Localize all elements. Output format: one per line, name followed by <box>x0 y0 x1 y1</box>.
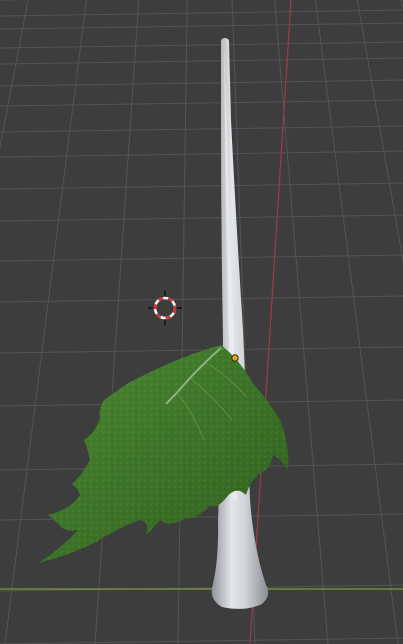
grid-line <box>0 79 403 87</box>
grid-line <box>0 0 200 644</box>
grid-line <box>0 99 403 107</box>
grid-line <box>0 0 200 644</box>
grid-line <box>0 57 403 65</box>
grid-line <box>0 0 200 644</box>
grid-line <box>0 214 403 222</box>
stem-body[interactable] <box>211 38 269 609</box>
grid-line <box>0 41 403 49</box>
grid-line <box>0 150 403 158</box>
grid-line <box>0 254 403 262</box>
3d-cursor-icon[interactable] <box>148 291 182 325</box>
object-origin-point[interactable] <box>231 354 239 362</box>
grid-line <box>0 0 29 150</box>
grid-line <box>0 584 403 592</box>
grid-line <box>0 0 200 644</box>
grid-line <box>0 0 200 644</box>
grid-line <box>0 182 403 190</box>
viewport-canvas[interactable] <box>0 0 403 644</box>
grid-line <box>0 22 403 30</box>
grid-line <box>0 0 200 644</box>
grid-line <box>94 0 140 644</box>
3d-viewport[interactable] <box>0 0 403 644</box>
grid-line <box>0 9 403 17</box>
grid-line <box>0 295 403 303</box>
grid-line <box>4 0 87 644</box>
grid-line <box>0 637 403 644</box>
grid-line <box>0 0 200 644</box>
stem-object[interactable] <box>211 38 269 609</box>
grid-line <box>177 0 188 644</box>
grid-line <box>0 125 403 133</box>
